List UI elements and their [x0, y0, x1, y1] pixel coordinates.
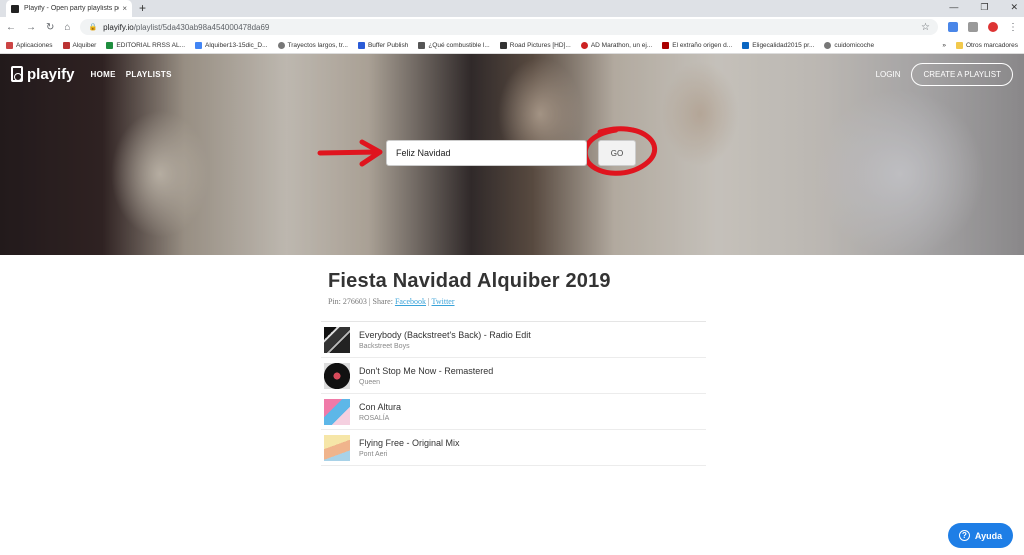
docs-icon [195, 41, 202, 49]
share-twitter-link[interactable]: Twitter [432, 297, 455, 306]
help-label: Ayuda [974, 530, 1003, 541]
marathon-icon [580, 41, 588, 49]
track-name: Don't Stop Me Now - Remastered [359, 365, 494, 376]
bookmark-item[interactable]: AD Marathon, un ej... [580, 41, 652, 49]
track-name: Con Altura [359, 401, 402, 412]
browser-toolbar: ← → ↻ ⌂ 🔒 playify.io /playlist/5da430ab9… [0, 17, 1024, 37]
folder-icon [955, 41, 963, 49]
bookmark-item[interactable]: Alquiber [62, 41, 96, 49]
bookmarks-overflow-icon[interactable]: » [942, 42, 946, 49]
playlist-meta: Pin: 276603 | Share: Facebook | Twitter [321, 297, 706, 306]
track-name: Flying Free - Original Mix [359, 437, 460, 448]
login-link[interactable]: LOGIN [876, 70, 901, 79]
help-button[interactable]: ? Ayuda [948, 523, 1013, 548]
share-facebook-link[interactable]: Facebook [395, 297, 426, 306]
tab-title: Playify - Open party playlists po [24, 5, 120, 12]
track-artist: ROSALÍA [359, 414, 390, 422]
address-bar[interactable]: 🔒 playify.io /playlist/5da430ab98a454000… [80, 19, 938, 35]
bookmark-item[interactable]: Road Pictures [HD]... [499, 41, 571, 49]
url-host: playify.io [103, 22, 134, 32]
bookmark-item[interactable]: Eligecalidad2015 pr... [742, 41, 814, 49]
album-cover-image [324, 362, 350, 389]
track-artist: Pont Aeri [359, 450, 388, 458]
window-controls: — ❐ ✕ [949, 2, 1018, 13]
bookmark-star-icon[interactable]: ☆ [921, 22, 930, 33]
track-row[interactable]: Don't Stop Me Now - Remastered Queen [321, 358, 706, 394]
search-bar: GO [386, 140, 636, 166]
home-icon[interactable]: ⌂ [64, 22, 70, 33]
road-icon [499, 41, 507, 49]
track-row[interactable]: Con Altura ROSALÍA [321, 394, 706, 430]
bookmark-item[interactable]: El extraño origen d... [662, 41, 732, 49]
globe-icon [824, 41, 832, 49]
playlist-section: Fiesta Navidad Alquiber 2019 Pin: 276603… [321, 255, 706, 466]
forward-icon[interactable]: → [26, 22, 36, 33]
share-separator: | [428, 297, 430, 306]
close-window-icon[interactable]: ✕ [1010, 2, 1018, 13]
browser-tab[interactable]: Playify - Open party playlists po × [6, 0, 132, 17]
track-row[interactable]: Flying Free - Original Mix Pont Aeri [321, 430, 706, 466]
profile-avatar-icon[interactable] [988, 22, 998, 32]
back-icon[interactable]: ← [6, 22, 16, 33]
restore-icon[interactable]: ❐ [980, 2, 988, 13]
bookmark-item[interactable]: Aplicaciones [6, 41, 53, 49]
bookmark-item[interactable]: Trayectos largos, tr... [277, 41, 348, 49]
red-arrow-icon [317, 149, 381, 156]
album-cover-image [324, 326, 350, 353]
sheets-icon [106, 41, 114, 49]
new-tab-button[interactable]: + [139, 1, 146, 15]
other-bookmarks[interactable]: Otros marcadores [955, 41, 1018, 49]
alquiber-icon [62, 41, 70, 49]
site-navbar: playify HOME PLAYLISTS LOGIN CREATE A PL… [0, 62, 1024, 86]
create-playlist-button[interactable]: CREATE A PLAYLIST [911, 62, 1013, 86]
car-icon [418, 41, 426, 49]
track-list: Everybody (Backstreet's Back) - Radio Ed… [321, 321, 706, 466]
bookmark-item[interactable]: Alquiber13-15dic_D... [195, 41, 268, 49]
speaker-logo-icon [11, 66, 23, 82]
track-artist: Backstreet Boys [359, 342, 410, 350]
bookmark-item[interactable]: cuidomicoche [824, 41, 874, 49]
search-input[interactable] [386, 140, 587, 166]
site-logo[interactable]: playify [11, 66, 75, 83]
globe-icon [277, 41, 285, 49]
em-icon [662, 41, 670, 49]
bookmark-item[interactable]: Buffer Publish [357, 41, 408, 49]
question-mark-icon: ? [958, 530, 970, 541]
extension-icon[interactable] [948, 22, 958, 32]
tab-close-icon[interactable]: × [122, 4, 127, 13]
go-button[interactable]: GO [598, 140, 636, 166]
url-path: /playlist/5da430ab98a454000478da69 [133, 22, 270, 32]
hero-banner: playify HOME PLAYLISTS LOGIN CREATE A PL… [0, 54, 1024, 255]
apps-grid-icon [6, 41, 13, 49]
nav-home[interactable]: HOME [91, 70, 116, 79]
bookmark-item[interactable]: EDITORIAL RRSS AL... [106, 41, 185, 49]
playify-favicon-icon [11, 4, 19, 13]
playlist-title: Fiesta Navidad Alquiber 2019 [328, 270, 611, 292]
menu-kebab-icon[interactable]: ⋮ [1008, 22, 1018, 33]
buffer-icon [357, 41, 365, 49]
nav-playlists[interactable]: PLAYLISTS [126, 70, 172, 79]
bookmarks-bar: Aplicaciones Alquiber EDITORIAL RRSS AL.… [0, 37, 1024, 54]
browser-tabbar: Playify - Open party playlists po × + — … [0, 0, 1024, 17]
extension-icon[interactable] [968, 22, 978, 32]
red-arrowhead-icon [359, 139, 383, 167]
lock-icon: 🔒 [88, 24, 98, 31]
album-cover-image [324, 398, 350, 425]
minimize-icon[interactable]: — [949, 2, 958, 13]
linkedin-icon [742, 41, 750, 49]
track-name: Everybody (Backstreet's Back) - Radio Ed… [359, 329, 531, 340]
album-cover-image [324, 434, 350, 461]
reload-icon[interactable]: ↻ [46, 22, 54, 33]
bookmark-item[interactable]: ¿Qué combustible l... [418, 41, 490, 49]
pin-label: Pin: 276603 | Share: [328, 297, 393, 306]
track-row[interactable]: Everybody (Backstreet's Back) - Radio Ed… [321, 322, 706, 358]
track-artist: Queen [359, 378, 381, 386]
